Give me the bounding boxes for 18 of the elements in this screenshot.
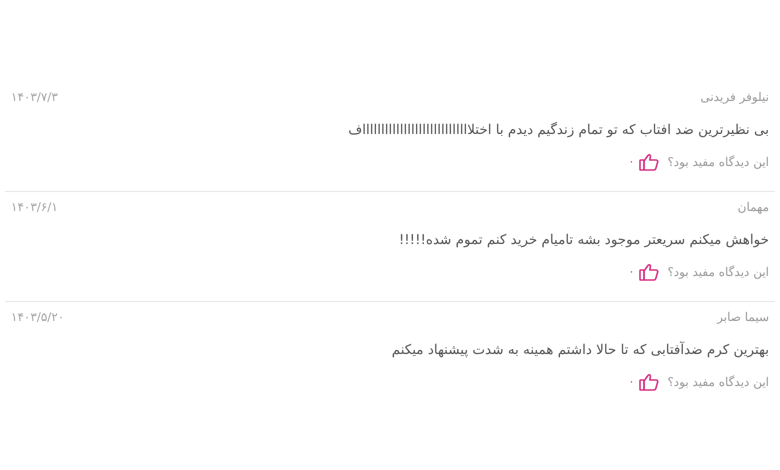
like-button[interactable]: ۰: [628, 263, 660, 282]
like-button[interactable]: ۰: [628, 153, 660, 172]
author-name: مهمان: [738, 199, 769, 216]
helpful-question: این دیدگاه مفید بود؟: [667, 154, 769, 172]
helpful-question: این دیدگاه مفید بود؟: [667, 374, 769, 392]
comment-text: خواهش میکنم سریعتر موجود بشه تامیام خرید کنم تموم شده!!!!!: [398, 231, 769, 250]
author-name: سیما صابر: [717, 309, 769, 326]
comment-date: ۱۴۰۳/۵/۲۰: [11, 309, 64, 326]
comment-date: ۱۴۰۳/۷/۳: [11, 89, 58, 106]
comment-text: بهترین کرم ضدآفتابی که تا حالا داشتم همینه به شدت پیشنهاد میکنم: [390, 340, 769, 360]
helpful-question: این دیدگاه مفید بود؟: [667, 264, 769, 282]
comment-text: بی نظیرترین ضد افتاب که تو تمام زندگیم دیدم با اختلاااااااااااااااااااااااااااااف: [347, 121, 769, 140]
thumbs-up-icon: [639, 263, 660, 282]
comment-date: ۱۴۰۳/۶/۱: [11, 199, 58, 216]
like-button[interactable]: ۰: [628, 373, 660, 392]
author-name: نیلوفر فریدنی: [700, 89, 769, 106]
thumbs-up-icon: [639, 373, 660, 392]
thumbs-up-icon: [639, 153, 660, 172]
